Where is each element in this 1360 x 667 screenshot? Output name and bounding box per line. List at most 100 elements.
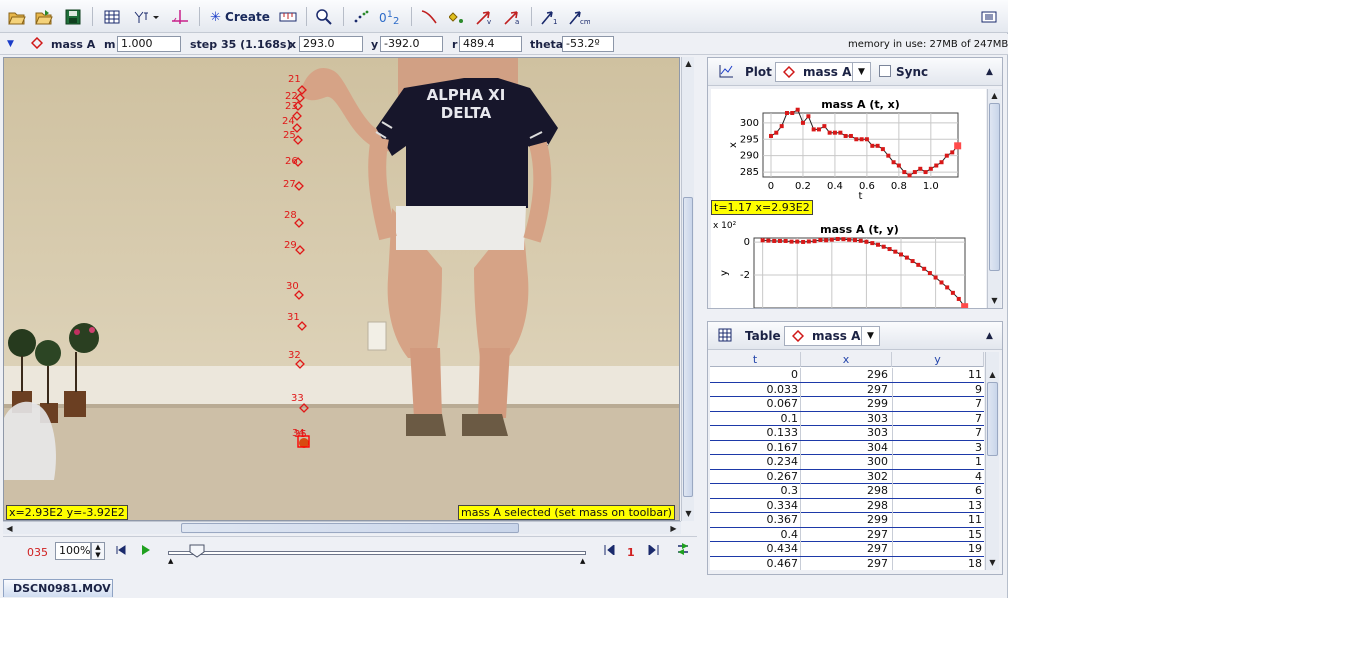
table-row[interactable]: 0.167 304 3 [710,440,984,455]
table-row[interactable]: 0.434 297 19 [710,542,984,557]
open-recent-icon[interactable] [33,7,55,27]
data-point[interactable] [812,239,817,244]
data-point[interactable] [870,241,875,246]
theta-field[interactable]: -53.2º [562,36,614,52]
table-row[interactable]: 0.234 300 1 [710,455,984,470]
zoom-magnifier-icon[interactable] [313,7,335,27]
data-point[interactable] [806,239,811,244]
dropdown-arrow-icon[interactable]: ▼ [852,63,870,81]
maximize-icon[interactable]: ▲ [986,328,993,344]
plot-tab-label[interactable]: Plot [745,64,772,80]
data-point[interactable] [907,173,912,178]
show-trails-icon[interactable] [350,7,372,27]
table-row[interactable]: 0.033 297 9 [710,382,984,397]
scroll-up-icon[interactable]: ▲ [986,368,999,381]
data-point[interactable] [801,239,806,244]
mass-name[interactable]: mass A [51,37,95,52]
table-row[interactable]: 0.467 297 18 [710,556,984,570]
data-point[interactable] [918,166,923,171]
rewind-icon[interactable] [116,544,126,559]
scroll-down-icon[interactable]: ▼ [682,507,695,520]
zoom-field[interactable]: 100% [55,542,91,560]
step-back-icon[interactable] [603,543,615,559]
scroll-thumb-horizontal[interactable] [181,523,519,533]
show-labels-icon[interactable]: 012 [377,7,405,27]
data-point[interactable] [772,238,777,243]
data-point[interactable] [760,238,765,243]
scroll-down-icon[interactable]: ▼ [986,556,999,569]
data-point[interactable] [864,239,869,244]
menu-icon[interactable] [978,7,1000,27]
data-point[interactable] [783,238,788,243]
column-header-x[interactable]: x [801,352,892,367]
data-point[interactable] [784,111,789,115]
table-row[interactable]: 0.1 303 7 [710,411,984,426]
data-point[interactable] [816,127,821,132]
data-point[interactable] [912,170,917,175]
data-point[interactable] [870,143,875,148]
data-point[interactable] [902,170,907,175]
frame-counter[interactable]: 035 [27,545,48,560]
data-point[interactable] [876,242,881,247]
save-icon[interactable] [62,7,84,27]
data-point[interactable] [899,252,904,257]
data-point[interactable] [774,130,779,135]
axes-icon[interactable] [169,7,191,27]
data-point[interactable] [961,303,969,311]
sync-checkbox[interactable] [879,65,891,77]
data-point[interactable] [880,147,885,152]
column-header-y[interactable]: y [892,352,984,367]
data-point[interactable] [893,249,898,254]
data-point[interactable] [838,130,843,135]
data-point[interactable] [939,160,944,165]
data-point[interactable] [832,130,837,135]
video-vertical-scrollbar[interactable]: ▲ ▼ [681,57,694,521]
data-point[interactable] [806,114,811,119]
r-field[interactable]: 489.4 [459,36,522,52]
data-point[interactable] [790,111,795,115]
data-table[interactable]: t x y 0 296 11 0.033 297 9 0.067 299 7 0.1 303 7 0.1… [710,352,984,570]
position-vectors-icon[interactable] [447,7,469,27]
data-point[interactable] [864,137,869,142]
data-point[interactable] [891,160,896,165]
center-of-mass-icon[interactable]: cm [567,7,591,27]
data-point[interactable] [886,153,891,158]
data-point[interactable] [854,137,859,142]
data-point[interactable] [795,239,800,244]
data-point[interactable] [847,237,852,242]
video-view[interactable]: ALPHA XI DELTA 21 22 23 24 25 26 27 28 29 30 31 32 3… [3,57,680,521]
plot-mass-selector[interactable]: mass A ▼ [775,62,871,82]
coordinate-axes-dropdown-icon[interactable] [131,7,161,27]
data-point[interactable] [822,124,827,129]
data-point[interactable] [779,124,784,129]
data-point[interactable] [848,133,853,138]
clip-settings-icon[interactable] [101,7,123,27]
data-point[interactable] [843,133,848,138]
scroll-up-icon[interactable]: ▲ [682,57,695,70]
data-point[interactable] [811,127,816,132]
step-forward-icon[interactable] [648,543,660,559]
scroll-down-icon[interactable]: ▼ [988,294,1001,307]
data-point[interactable] [944,153,949,158]
table-row[interactable]: 0.334 298 13 [710,498,984,513]
data-point[interactable] [768,133,773,138]
data-point[interactable] [777,238,782,243]
table-row[interactable]: 0.4 297 15 [710,527,984,542]
table-row[interactable]: 0.133 303 7 [710,426,984,441]
maximize-icon[interactable]: ▲ [986,64,993,80]
data-point[interactable] [853,238,858,243]
data-point[interactable] [939,280,944,285]
data-point[interactable] [928,166,933,171]
data-point[interactable] [795,107,800,112]
calibration-tools-icon[interactable] [277,7,299,27]
table-row[interactable]: 0.3 298 6 [710,484,984,499]
plot-area[interactable]: mass A (t, x) 0 0.2 0.4 0.6 0.8 1.0 285 290 295 30… [711,89,986,311]
data-point[interactable] [922,266,927,271]
data-point[interactable] [916,262,921,267]
data-point[interactable] [766,238,771,243]
mass-field[interactable]: 1.000 [117,36,181,52]
data-point[interactable] [859,137,864,142]
acceleration-vectors-icon[interactable]: a [501,7,523,27]
table-row[interactable]: 0.367 299 11 [710,513,984,528]
data-point[interactable] [824,238,829,243]
